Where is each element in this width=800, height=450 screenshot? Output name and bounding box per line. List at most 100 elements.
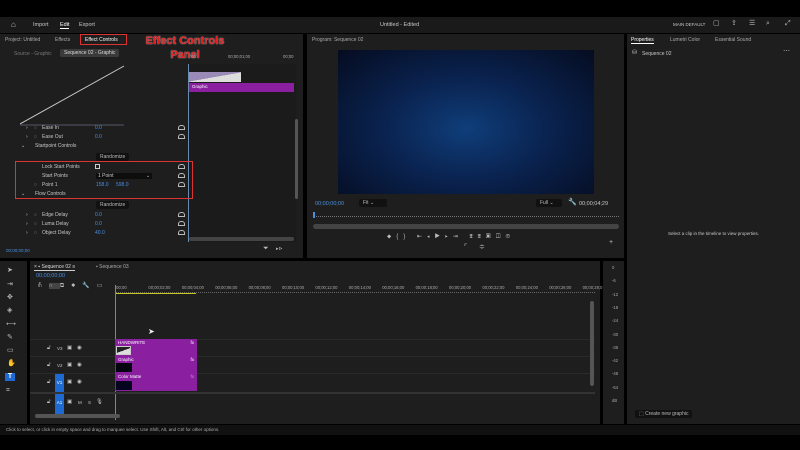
menu-edit[interactable]: Edit [60, 22, 70, 29]
step-back-icon[interactable]: ◂ [427, 234, 435, 240]
play-icon[interactable]: ▶ [435, 234, 445, 240]
object-delay-value[interactable]: 40.0 [95, 230, 105, 236]
clip-graphic[interactable]: Graphic fx [115, 356, 197, 373]
sync-icon[interactable]: ▣ [67, 345, 72, 351]
linked-selection-icon[interactable]: ⧉ [60, 283, 71, 289]
snap-icon[interactable]: ∩ [48, 283, 60, 289]
timeline-horizontal-scrollbar[interactable] [35, 414, 120, 418]
razor-icon[interactable]: ◈ [7, 307, 12, 315]
tab-properties[interactable]: Properties [631, 37, 654, 44]
tab-project[interactable]: Project: Untitled [5, 37, 40, 43]
panel-icon[interactable]: ▢ [713, 20, 720, 28]
reset-icon[interactable] [178, 134, 185, 139]
filter-icon[interactable]: ⏷ [263, 245, 269, 253]
add-button-icon[interactable]: + [609, 239, 613, 247]
ec-horizontal-scrollbar[interactable] [189, 237, 294, 241]
edge-delay-value[interactable]: 0.0 [95, 212, 102, 218]
program-zoom-bar[interactable] [313, 224, 619, 229]
menu-export[interactable]: Export [79, 22, 95, 28]
lock-icon[interactable]: 🔓︎ [47, 399, 51, 406]
source-tab[interactable]: Source - Graphic [10, 50, 56, 58]
reset-icon[interactable] [178, 125, 185, 130]
camera-icon[interactable]: ▣ [486, 234, 496, 240]
clip-color-matte[interactable]: Color Matte fx [115, 373, 197, 391]
mark-out-icon[interactable]: } [403, 234, 410, 240]
sync-icon[interactable]: ▣ [67, 399, 72, 405]
sync-icon[interactable]: ▣ [67, 362, 72, 368]
slip-icon[interactable]: ⟷ [6, 321, 16, 329]
captions-icon[interactable]: ▭ [97, 283, 110, 289]
hand-icon[interactable]: ✋ [7, 360, 16, 368]
reset-icon[interactable] [178, 230, 185, 235]
more-icon[interactable]: ⋯ [783, 48, 790, 56]
timeline-timecode[interactable]: 00;00;00;00 [36, 273, 65, 279]
eye-icon[interactable]: ◉ [77, 379, 82, 385]
create-new-graphic-button[interactable]: ⬚ Create new graphic [635, 410, 693, 418]
randomize-button-2[interactable]: Randomize [96, 201, 130, 209]
luma-delay-value[interactable]: 0.0 [95, 221, 102, 227]
menu-import[interactable]: Import [33, 22, 49, 28]
trim-icon[interactable]: ⌜ [464, 244, 467, 252]
track-select-icon[interactable]: ⇥ [7, 281, 13, 289]
sequence-tab[interactable]: Sequence 02 - Graphic [60, 49, 120, 57]
marker-icon[interactable]: ⬥ [387, 234, 396, 240]
fullscreen-icon[interactable]: ⤢ [785, 20, 791, 28]
eye-icon[interactable]: ◉ [77, 362, 82, 368]
type-tool-icon[interactable]: T [5, 373, 15, 381]
lock-icon[interactable]: 🔓︎ [47, 362, 51, 369]
align-icon[interactable]: ≑ [479, 244, 485, 252]
ease-out-value[interactable]: 0.0 [95, 134, 102, 140]
ec-vertical-scrollbar[interactable] [295, 119, 298, 199]
lock-icon[interactable]: 🔓︎ [47, 345, 51, 352]
nest-icon[interactable]: ⫚ [38, 283, 49, 289]
row-startpoint-controls[interactable]: ⌄ Startpoint Controls [0, 143, 190, 151]
program-timecode[interactable]: 00;00;00;00 [315, 201, 344, 207]
compare-icon[interactable]: ◫ [496, 234, 506, 240]
go-to-out-icon[interactable]: ⇥ [453, 234, 463, 240]
ec-clip-graphic[interactable]: Graphic [189, 83, 294, 92]
tab-sequence-02[interactable]: × ▪ Sequence 02 ≡ [34, 264, 76, 271]
program-ruler[interactable] [313, 213, 619, 217]
vertical-type-icon[interactable]: ⌗ [6, 387, 10, 395]
clip-handwrite[interactable]: HANDWRITE fx [115, 339, 197, 356]
lock-icon[interactable]: 🔓︎ [47, 379, 51, 386]
go-to-in-icon[interactable]: ⇤ [417, 234, 427, 240]
tab-effects[interactable]: Effects [55, 37, 70, 43]
reset-icon[interactable] [178, 221, 185, 226]
share-icon[interactable]: ⇪ [731, 20, 737, 28]
track-target-v1[interactable]: V1 [55, 374, 64, 392]
workspace-label[interactable]: MAIN DEFAULT [673, 22, 705, 27]
mute-button[interactable]: M [78, 400, 82, 405]
pen-icon[interactable]: ✎ [7, 334, 13, 342]
eye-icon[interactable]: ◉ [77, 345, 82, 351]
timeline-ruler[interactable]: :00;00 00;00;02;00 00;00;04;00 00;00;06;00 0… [115, 283, 602, 293]
ec-timecode[interactable]: 00;00;00;00 [6, 248, 30, 253]
ease-in-value[interactable]: 0.0 [95, 125, 102, 131]
home-icon[interactable]: ⌂ [11, 21, 16, 29]
fit-dropdown[interactable]: Fit ⌄ [359, 199, 387, 207]
wrench-icon[interactable]: 🔧 [568, 199, 577, 207]
list-icon[interactable]: ☰ [749, 20, 755, 28]
settings-icon[interactable]: ⊛ [506, 234, 516, 240]
quality-dropdown[interactable]: Full ⌄ [536, 199, 562, 207]
rectangle-icon[interactable]: ▭ [7, 347, 14, 355]
search-icon[interactable]: ⌕ [766, 20, 770, 28]
sync-icon[interactable]: ▣ [67, 379, 72, 385]
tab-lumetri[interactable]: Lumetri Color [670, 37, 700, 43]
playhead[interactable] [313, 212, 315, 218]
reset-icon[interactable] [178, 212, 185, 217]
timeline-settings-icon[interactable]: 🔧 [82, 283, 96, 289]
selection-tool-icon[interactable]: ➤ [7, 267, 13, 275]
tab-sequence-03[interactable]: ▪ Sequence 03 [96, 264, 129, 270]
mic-icon[interactable]: 🎙︎ [96, 399, 103, 405]
solo-button[interactable]: S [88, 400, 91, 405]
ripple-edit-icon[interactable]: ✥ [7, 294, 13, 302]
add-marker-icon[interactable]: ⬥ [71, 283, 82, 289]
track-target-a1[interactable]: A1 [55, 394, 64, 416]
play-only-icon[interactable]: ▸⊳ [276, 245, 283, 253]
lift-icon[interactable]: ⩩ [469, 234, 477, 240]
timeline-vertical-scrollbar[interactable] [590, 301, 594, 386]
randomize-button[interactable]: Randomize [96, 153, 130, 161]
extract-icon[interactable]: ⩩ [478, 234, 486, 240]
tab-essential-sound[interactable]: Essential Sound [715, 37, 751, 43]
